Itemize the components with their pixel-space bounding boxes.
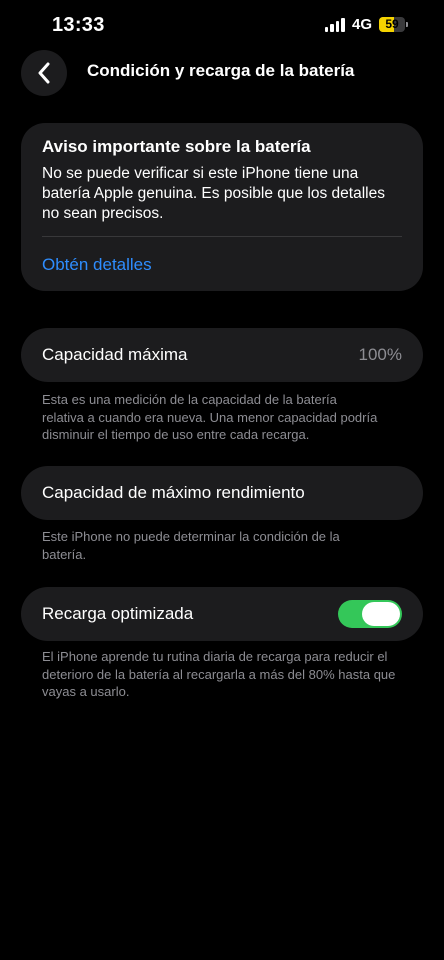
max-capacity-row: Capacidad máxima 100%: [21, 328, 423, 382]
network-type: 4G: [351, 16, 372, 33]
notice-body: No se puede verificar si este iPhone tie…: [42, 165, 385, 222]
max-capacity-footnote: Esta es una medición de la capacidad de …: [42, 392, 378, 442]
page-title: Condición y recarga de la batería: [87, 61, 355, 80]
max-capacity-label: Capacidad máxima: [42, 345, 188, 364]
max-capacity-value: 100%: [358, 345, 402, 364]
toggle-knob: [362, 602, 400, 626]
cellular-signal-icon: [324, 17, 345, 32]
peak-performance-footnote: Este iPhone no puede determinar la condi…: [42, 529, 340, 562]
chevron-left-icon: [38, 62, 50, 84]
status-indicators: 4G 59: [324, 16, 408, 33]
battery-notice-card: Aviso importante sobre la batería No se …: [21, 123, 423, 291]
peak-performance-row: Capacidad de máximo rendimiento: [21, 466, 423, 520]
battery-icon: 59: [379, 17, 408, 32]
get-details-link[interactable]: Obtén detalles: [42, 255, 402, 275]
notice-title: Aviso importante sobre la batería: [42, 137, 311, 156]
status-time: 13:33: [52, 14, 105, 36]
battery-level: 59: [385, 17, 399, 31]
optimized-charging-row: Recarga optimizada: [21, 587, 423, 641]
optimized-charging-footnote: El iPhone aprende tu rutina diaria de re…: [42, 649, 396, 699]
nav-bar: Condición y recarga de la batería: [0, 48, 444, 96]
back-button[interactable]: [21, 50, 67, 96]
notice-divider: [42, 236, 402, 237]
status-bar: 13:33 4G 59: [0, 0, 444, 50]
optimized-charging-toggle[interactable]: [338, 600, 402, 628]
optimized-charging-label: Recarga optimizada: [42, 604, 194, 623]
peak-performance-label: Capacidad de máximo rendimiento: [42, 483, 305, 502]
